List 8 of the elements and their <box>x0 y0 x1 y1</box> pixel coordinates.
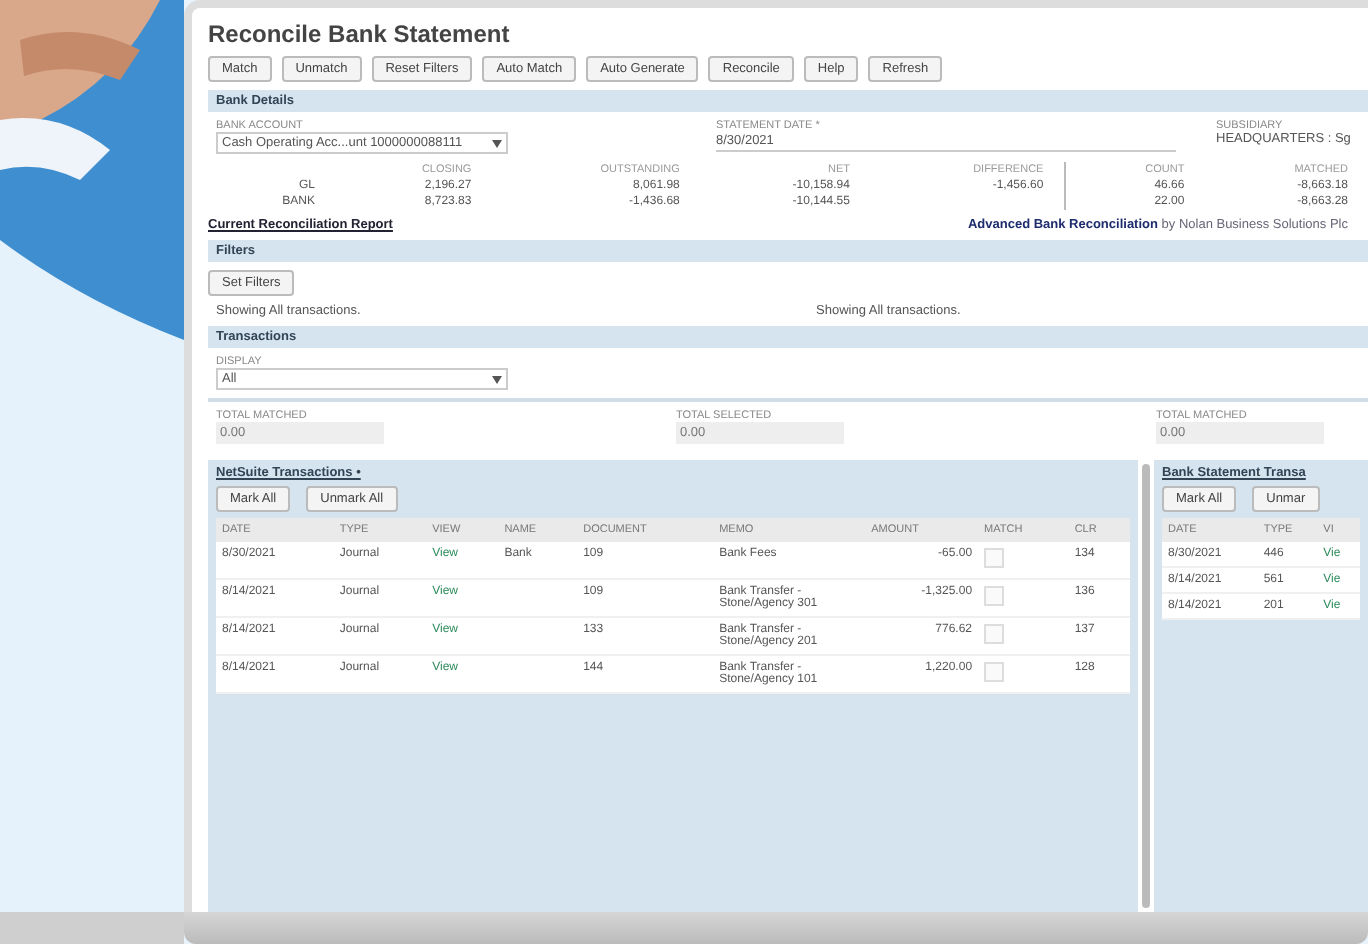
caret-icon <box>492 139 502 147</box>
page-title: Reconcile Bank Statement <box>208 20 512 48</box>
match-checkbox[interactable] <box>984 586 1005 606</box>
caret-icon <box>492 375 502 383</box>
match-checkbox[interactable] <box>984 624 1005 644</box>
match-checkbox[interactable] <box>984 662 1005 682</box>
match-checkbox[interactable] <box>984 548 1005 568</box>
scrollbar[interactable] <box>1142 464 1150 908</box>
